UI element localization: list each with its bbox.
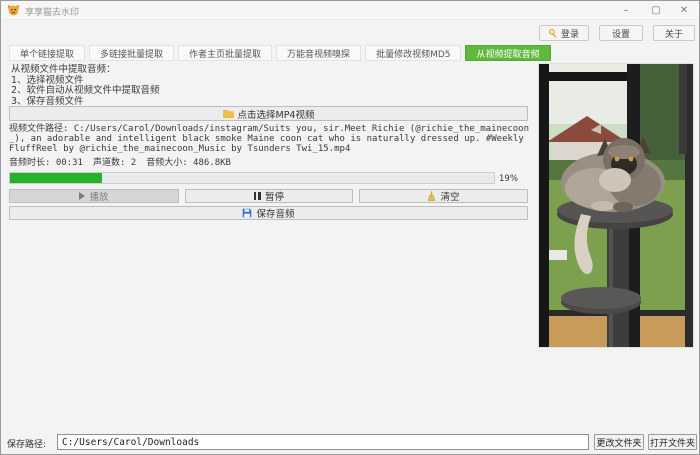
clear-button[interactable]: 清空 <box>359 189 528 203</box>
instruction-step: 2、软件自动从视频文件中提取音频 <box>11 86 160 97</box>
about-button[interactable]: 关于 <box>653 25 695 41</box>
audio-duration: 音频时长: 00:31 <box>9 155 83 168</box>
tab-label: 从视频提取音频 <box>476 47 539 60</box>
key-icon <box>549 29 558 38</box>
save-audio-label: 保存音频 <box>256 206 294 220</box>
pause-label: 暂停 <box>265 189 284 203</box>
tab-label: 单个链接提取 <box>20 47 74 60</box>
open-folder-button[interactable]: 打开文件夹 <box>648 434 697 450</box>
about-label: 关于 <box>665 27 683 40</box>
login-label: 登录 <box>561 27 579 40</box>
instructions-block: 从视频文件中提取音频： 1、选择视频文件 2、软件自动从视频文件中提取音频 3、… <box>11 65 160 107</box>
save-audio-button[interactable]: 保存音频 <box>9 206 528 220</box>
app-logo-cat-icon <box>7 4 20 17</box>
tab-label: 多链接批量提取 <box>100 47 163 60</box>
tab-label: 作者主页批量提取 <box>189 47 261 60</box>
minimize-button[interactable]: – <box>613 1 639 20</box>
save-icon <box>242 208 252 218</box>
tab-multi-link-batch-extract[interactable]: 多链接批量提取 <box>89 45 174 61</box>
save-path-input[interactable] <box>57 434 589 450</box>
change-folder-label: 更改文件夹 <box>596 436 641 449</box>
tab-universal-av-sniffer[interactable]: 万能音视频嗅探 <box>276 45 361 61</box>
tab-single-link-extract[interactable]: 单个链接提取 <box>9 45 85 61</box>
video-preview-cat-photo <box>538 63 694 348</box>
app-window: 享享猫去水印 – ▢ ✕ 登录 设置 关于 单个链接提取 多链接批量提取 作者主… <box>0 0 700 455</box>
close-button[interactable]: ✕ <box>671 1 697 20</box>
audio-stats: 音频时长: 00:31 声道数: 2 音频大小: 486.8KB <box>9 155 231 168</box>
play-label: 播放 <box>89 189 108 203</box>
settings-button[interactable]: 设置 <box>599 25 643 41</box>
instructions-title: 从视频文件中提取音频： <box>11 65 160 76</box>
play-button[interactable]: 播放 <box>9 189 179 203</box>
settings-label: 设置 <box>612 27 630 40</box>
save-path-label: 保存路径: <box>7 437 46 450</box>
window-title: 享享猫去水印 <box>25 5 79 18</box>
pause-button[interactable]: 暂停 <box>185 189 353 203</box>
tab-bar: 单个链接提取 多链接批量提取 作者主页批量提取 万能音视频嗅探 批量修改视频MD… <box>9 45 551 61</box>
tab-extract-audio-from-video[interactable]: 从视频提取音频 <box>465 45 550 61</box>
tab-batch-modify-md5[interactable]: 批量修改视频MD5 <box>365 45 461 61</box>
tab-label: 万能音视频嗅探 <box>287 47 350 60</box>
progress-fill <box>10 173 102 183</box>
video-file-path: 视频文件路径: C:/Users/Carol/Downloads/instagr… <box>9 125 529 154</box>
select-mp4-label: 点击选择MP4视频 <box>238 107 315 121</box>
broom-icon <box>427 191 436 201</box>
title-bar: 享享猫去水印 – ▢ ✕ <box>1 1 699 20</box>
audio-channels: 声道数: 2 <box>93 155 136 168</box>
audio-size: 音频大小: 486.8KB <box>146 155 231 168</box>
play-icon <box>79 192 85 200</box>
progress-bar <box>9 172 495 184</box>
open-folder-label: 打开文件夹 <box>650 436 695 449</box>
login-button[interactable]: 登录 <box>539 25 589 41</box>
folder-icon <box>223 109 234 118</box>
progress-percent-label: 19% <box>499 174 518 184</box>
tab-author-homepage-batch-extract[interactable]: 作者主页批量提取 <box>178 45 272 61</box>
video-path-value: C:/Users/Carol/Downloads/instagram/Suits… <box>9 124 529 154</box>
cat-photo-illustration <box>539 64 694 348</box>
select-mp4-button[interactable]: 点击选择MP4视频 <box>9 106 528 121</box>
clear-label: 清空 <box>440 189 459 203</box>
video-path-label: 视频文件路径: <box>9 124 74 134</box>
tab-label: 批量修改视频MD5 <box>376 47 450 60</box>
pause-icon <box>254 192 261 200</box>
change-folder-button[interactable]: 更改文件夹 <box>594 434 644 450</box>
maximize-button[interactable]: ▢ <box>643 1 669 20</box>
